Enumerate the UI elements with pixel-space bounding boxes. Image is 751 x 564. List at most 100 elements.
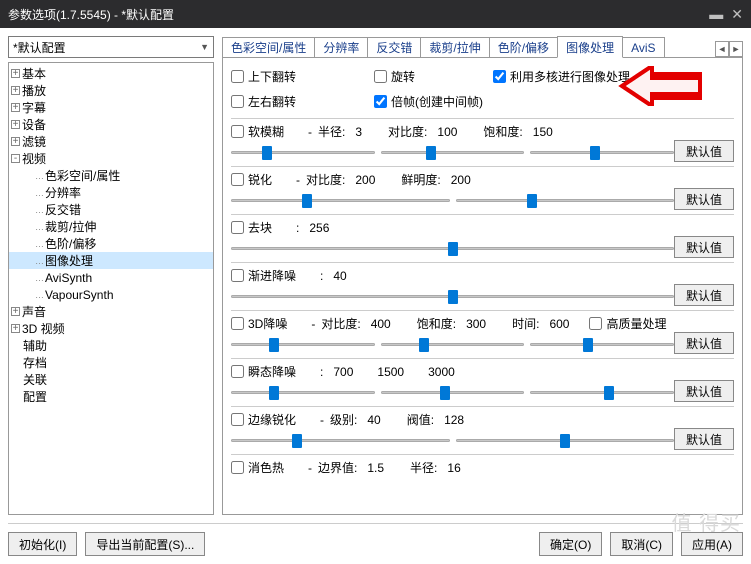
check-dn3d[interactable]: 3D降噪 bbox=[231, 315, 287, 332]
slider[interactable] bbox=[456, 431, 675, 449]
checkbox-grad[interactable] bbox=[231, 269, 244, 282]
tree-item-图像处理[interactable]: …图像处理 bbox=[9, 252, 213, 269]
slider[interactable] bbox=[231, 143, 375, 161]
tab-色阶/偏移[interactable]: 色阶/偏移 bbox=[489, 37, 558, 57]
check-multicore[interactable]: 利用多核进行图像处理 bbox=[493, 68, 630, 85]
slider-thumb[interactable] bbox=[448, 242, 458, 256]
tab-scroll-right-icon[interactable]: ► bbox=[729, 41, 743, 57]
expand-icon[interactable]: + bbox=[11, 120, 20, 129]
slider-thumb[interactable] bbox=[419, 338, 429, 352]
tab-scroll-left-icon[interactable]: ◄ bbox=[715, 41, 729, 57]
checkbox-last[interactable] bbox=[231, 461, 244, 474]
tab-反交错[interactable]: 反交错 bbox=[367, 37, 421, 57]
checkbox-edge[interactable] bbox=[231, 413, 244, 426]
check-flip-h[interactable]: 左右翻转 bbox=[231, 93, 296, 110]
checkbox-deblock[interactable] bbox=[231, 221, 244, 234]
default-button[interactable]: 默认值 bbox=[674, 188, 734, 210]
slider[interactable] bbox=[530, 335, 674, 353]
check-edge[interactable]: 边缘锐化 bbox=[231, 411, 296, 428]
tree-item-视频[interactable]: - 视频 bbox=[9, 150, 213, 167]
tree-item-基本[interactable]: + 基本 bbox=[9, 65, 213, 82]
expand-icon[interactable]: + bbox=[11, 103, 20, 112]
slider-thumb[interactable] bbox=[590, 146, 600, 160]
slider[interactable] bbox=[231, 287, 674, 305]
tab-图像处理[interactable]: 图像处理 bbox=[557, 36, 623, 58]
tree-item-反交错[interactable]: …反交错 bbox=[9, 201, 213, 218]
slider[interactable] bbox=[231, 335, 375, 353]
checkbox-rotate[interactable] bbox=[374, 70, 387, 83]
checkbox-multicore[interactable] bbox=[493, 70, 506, 83]
slider[interactable] bbox=[530, 383, 674, 401]
default-button[interactable]: 默认值 bbox=[674, 332, 734, 354]
tree-item-AviSynth[interactable]: …AviSynth bbox=[9, 269, 213, 286]
slider[interactable] bbox=[231, 431, 450, 449]
tree-item-声音[interactable]: + 声音 bbox=[9, 303, 213, 320]
tree-item-设备[interactable]: + 设备 bbox=[9, 116, 213, 133]
checkbox-flip-v[interactable] bbox=[231, 70, 244, 83]
apply-button[interactable]: 应用(A) bbox=[681, 532, 743, 556]
checkbox-dn3d-hq[interactable] bbox=[589, 317, 602, 330]
check-deblock[interactable]: 去块 bbox=[231, 219, 272, 236]
check-blur[interactable]: 软模糊 bbox=[231, 123, 284, 140]
slider[interactable] bbox=[231, 383, 375, 401]
minimize-icon[interactable]: ▬ bbox=[709, 6, 723, 23]
slider-thumb[interactable] bbox=[527, 194, 537, 208]
init-button[interactable]: 初始化(I) bbox=[8, 532, 77, 556]
slider[interactable] bbox=[381, 335, 525, 353]
check-dn3d-hq[interactable]: 高质量处理 bbox=[589, 315, 666, 332]
checkbox-dn3d[interactable] bbox=[231, 317, 244, 330]
tab-裁剪/拉伸[interactable]: 裁剪/拉伸 bbox=[420, 37, 489, 57]
default-button[interactable]: 默认值 bbox=[674, 140, 734, 162]
tree-item-存档[interactable]: 存档 bbox=[9, 354, 213, 371]
checkbox-blur[interactable] bbox=[231, 125, 244, 138]
config-combo[interactable]: *默认配置 ▼ bbox=[8, 36, 214, 58]
tree-item-滤镜[interactable]: + 滤镜 bbox=[9, 133, 213, 150]
close-icon[interactable]: ✕ bbox=[731, 6, 743, 23]
slider[interactable] bbox=[231, 191, 450, 209]
check-rotate[interactable]: 旋转 bbox=[374, 68, 415, 85]
expand-icon[interactable]: + bbox=[11, 69, 20, 78]
slider-thumb[interactable] bbox=[426, 146, 436, 160]
slider-thumb[interactable] bbox=[269, 386, 279, 400]
checkbox-temporal[interactable] bbox=[231, 365, 244, 378]
export-button[interactable]: 导出当前配置(S)... bbox=[85, 532, 205, 556]
slider[interactable] bbox=[530, 143, 674, 161]
check-double-frame[interactable]: 倍帧(创建中间帧) bbox=[374, 93, 483, 110]
check-temporal[interactable]: 瞬态降噪 bbox=[231, 363, 296, 380]
slider-thumb[interactable] bbox=[269, 338, 279, 352]
slider-thumb[interactable] bbox=[604, 386, 614, 400]
slider-thumb[interactable] bbox=[560, 434, 570, 448]
checkbox-double-frame[interactable] bbox=[374, 95, 387, 108]
tab-分辨率[interactable]: 分辨率 bbox=[314, 37, 368, 57]
tree-item-色彩空间/属性[interactable]: …色彩空间/属性 bbox=[9, 167, 213, 184]
tab-色彩空间/属性[interactable]: 色彩空间/属性 bbox=[222, 37, 315, 57]
tree-item-VapourSynth[interactable]: …VapourSynth bbox=[9, 286, 213, 303]
checkbox-flip-h[interactable] bbox=[231, 95, 244, 108]
slider-thumb[interactable] bbox=[262, 146, 272, 160]
tree-item-色阶/偏移[interactable]: …色阶/偏移 bbox=[9, 235, 213, 252]
slider[interactable] bbox=[381, 383, 525, 401]
default-button[interactable]: 默认值 bbox=[674, 284, 734, 306]
slider[interactable] bbox=[381, 143, 525, 161]
check-last[interactable]: 消色热 bbox=[231, 459, 284, 476]
slider-thumb[interactable] bbox=[448, 290, 458, 304]
tree-item-配置[interactable]: 配置 bbox=[9, 388, 213, 405]
slider-thumb[interactable] bbox=[292, 434, 302, 448]
tree-item-分辨率[interactable]: …分辨率 bbox=[9, 184, 213, 201]
slider-thumb[interactable] bbox=[302, 194, 312, 208]
tree-item-关联[interactable]: 关联 bbox=[9, 371, 213, 388]
slider-thumb[interactable] bbox=[583, 338, 593, 352]
tree-item-播放[interactable]: + 播放 bbox=[9, 82, 213, 99]
ok-button[interactable]: 确定(O) bbox=[539, 532, 602, 556]
tree-item-辅助[interactable]: 辅助 bbox=[9, 337, 213, 354]
expand-icon[interactable]: + bbox=[11, 324, 20, 333]
slider-thumb[interactable] bbox=[440, 386, 450, 400]
check-grad[interactable]: 渐进降噪 bbox=[231, 267, 296, 284]
default-button[interactable]: 默认值 bbox=[674, 428, 734, 450]
tree-item-3D 视频[interactable]: + 3D 视频 bbox=[9, 320, 213, 337]
collapse-icon[interactable]: - bbox=[11, 154, 20, 163]
default-button[interactable]: 默认值 bbox=[674, 380, 734, 402]
check-flip-v[interactable]: 上下翻转 bbox=[231, 68, 296, 85]
expand-icon[interactable]: + bbox=[11, 307, 20, 316]
slider[interactable] bbox=[456, 191, 675, 209]
